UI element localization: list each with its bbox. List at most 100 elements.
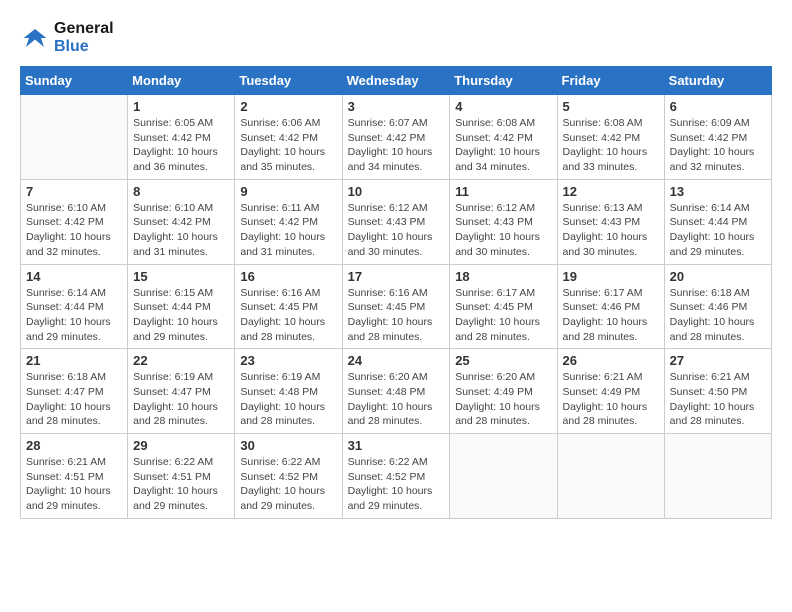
day-number: 29 bbox=[133, 438, 229, 453]
day-number: 1 bbox=[133, 99, 229, 114]
calendar-cell: 28Sunrise: 6:21 AM Sunset: 4:51 PM Dayli… bbox=[21, 434, 128, 519]
calendar-cell: 20 Sunrise: 6:18 AM Sunset: 4:46 PM Dayli… bbox=[664, 264, 771, 349]
calendar-cell: 15Sunrise: 6:15 AM Sunset: 4:44 PM Dayli… bbox=[128, 264, 235, 349]
day-info: Sunrise: 6:12 AM Sunset: 4:43 PM Dayligh… bbox=[348, 201, 445, 260]
day-info: Sunrise: 6:10 AM Sunset: 4:42 PM Dayligh… bbox=[133, 201, 229, 260]
calendar-header-sunday: Sunday bbox=[21, 67, 128, 95]
calendar-cell: 13 Sunrise: 6:14 AM Sunset: 4:44 PM Dayli… bbox=[664, 179, 771, 264]
calendar-cell: 22Sunrise: 6:19 AM Sunset: 4:47 PM Dayli… bbox=[128, 349, 235, 434]
day-number: 23 bbox=[240, 353, 336, 368]
calendar-cell: 11Sunrise: 6:12 AM Sunset: 4:43 PM Dayli… bbox=[450, 179, 557, 264]
day-info: Sunrise: 6:14 AM Sunset: 4:44 PM Dayligh… bbox=[670, 201, 766, 260]
day-number: 2 bbox=[240, 99, 336, 114]
day-number: 14 bbox=[26, 269, 122, 284]
calendar-cell: 21Sunrise: 6:18 AM Sunset: 4:47 PM Dayli… bbox=[21, 349, 128, 434]
day-number: 31 bbox=[348, 438, 445, 453]
day-info: Sunrise: 6:13 AM Sunset: 4:43 PM Dayligh… bbox=[563, 201, 659, 260]
calendar-header-friday: Friday bbox=[557, 67, 664, 95]
calendar-cell: 27 Sunrise: 6:21 AM Sunset: 4:50 PM Dayli… bbox=[664, 349, 771, 434]
day-info: Sunrise: 6:21 AM Sunset: 4:49 PM Dayligh… bbox=[563, 370, 659, 429]
calendar-header-row: SundayMondayTuesdayWednesdayThursdayFrid… bbox=[21, 67, 772, 95]
calendar-cell: 8 Sunrise: 6:10 AM Sunset: 4:42 PM Daylig… bbox=[128, 179, 235, 264]
day-info: Sunrise: 6:16 AM Sunset: 4:45 PM Dayligh… bbox=[240, 286, 336, 345]
day-info: Sunrise: 6:12 AM Sunset: 4:43 PM Dayligh… bbox=[455, 201, 551, 260]
calendar-cell: 10 Sunrise: 6:12 AM Sunset: 4:43 PM Dayli… bbox=[342, 179, 450, 264]
calendar-cell: 26 Sunrise: 6:21 AM Sunset: 4:49 PM Dayli… bbox=[557, 349, 664, 434]
calendar-cell: 19 Sunrise: 6:17 AM Sunset: 4:46 PM Dayli… bbox=[557, 264, 664, 349]
day-number: 4 bbox=[455, 99, 551, 114]
day-number: 20 bbox=[670, 269, 766, 284]
day-number: 28 bbox=[26, 438, 122, 453]
day-number: 30 bbox=[240, 438, 336, 453]
calendar-header-thursday: Thursday bbox=[450, 67, 557, 95]
calendar-header-saturday: Saturday bbox=[664, 67, 771, 95]
day-number: 8 bbox=[133, 184, 229, 199]
day-number: 18 bbox=[455, 269, 551, 284]
day-info: Sunrise: 6:07 AM Sunset: 4:42 PM Dayligh… bbox=[348, 116, 445, 175]
calendar-cell: 17 Sunrise: 6:16 AM Sunset: 4:45 PM Dayli… bbox=[342, 264, 450, 349]
calendar-cell: 2 Sunrise: 6:06 AM Sunset: 4:42 PM Daylig… bbox=[235, 95, 342, 180]
day-number: 7 bbox=[26, 184, 122, 199]
day-info: Sunrise: 6:20 AM Sunset: 4:48 PM Dayligh… bbox=[348, 370, 445, 429]
logo: General Blue bbox=[20, 20, 114, 56]
day-info: Sunrise: 6:18 AM Sunset: 4:46 PM Dayligh… bbox=[670, 286, 766, 345]
calendar-cell: 25 Sunrise: 6:20 AM Sunset: 4:49 PM Dayli… bbox=[450, 349, 557, 434]
day-number: 16 bbox=[240, 269, 336, 284]
day-number: 12 bbox=[563, 184, 659, 199]
day-info: Sunrise: 6:19 AM Sunset: 4:48 PM Dayligh… bbox=[240, 370, 336, 429]
day-number: 19 bbox=[563, 269, 659, 284]
day-number: 21 bbox=[26, 353, 122, 368]
day-info: Sunrise: 6:20 AM Sunset: 4:49 PM Dayligh… bbox=[455, 370, 551, 429]
day-number: 25 bbox=[455, 353, 551, 368]
day-number: 24 bbox=[348, 353, 445, 368]
calendar-week-row: 1 Sunrise: 6:05 AM Sunset: 4:42 PM Daylig… bbox=[21, 95, 772, 180]
calendar-cell: 4Sunrise: 6:08 AM Sunset: 4:42 PM Daylig… bbox=[450, 95, 557, 180]
day-info: Sunrise: 6:08 AM Sunset: 4:42 PM Dayligh… bbox=[563, 116, 659, 175]
calendar-cell: 29 Sunrise: 6:22 AM Sunset: 4:51 PM Dayli… bbox=[128, 434, 235, 519]
calendar-week-row: 28Sunrise: 6:21 AM Sunset: 4:51 PM Dayli… bbox=[21, 434, 772, 519]
calendar-cell bbox=[664, 434, 771, 519]
calendar-week-row: 21Sunrise: 6:18 AM Sunset: 4:47 PM Dayli… bbox=[21, 349, 772, 434]
day-info: Sunrise: 6:05 AM Sunset: 4:42 PM Dayligh… bbox=[133, 116, 229, 175]
calendar-cell: 30Sunrise: 6:22 AM Sunset: 4:52 PM Dayli… bbox=[235, 434, 342, 519]
day-info: Sunrise: 6:11 AM Sunset: 4:42 PM Dayligh… bbox=[240, 201, 336, 260]
day-info: Sunrise: 6:22 AM Sunset: 4:51 PM Dayligh… bbox=[133, 455, 229, 514]
calendar-cell: 6 Sunrise: 6:09 AM Sunset: 4:42 PM Daylig… bbox=[664, 95, 771, 180]
day-info: Sunrise: 6:16 AM Sunset: 4:45 PM Dayligh… bbox=[348, 286, 445, 345]
day-number: 9 bbox=[240, 184, 336, 199]
calendar-cell: 16 Sunrise: 6:16 AM Sunset: 4:45 PM Dayli… bbox=[235, 264, 342, 349]
day-number: 3 bbox=[348, 99, 445, 114]
calendar-cell bbox=[450, 434, 557, 519]
logo-bird-icon bbox=[20, 23, 50, 53]
calendar-cell: 12 Sunrise: 6:13 AM Sunset: 4:43 PM Dayli… bbox=[557, 179, 664, 264]
calendar-cell: 1 Sunrise: 6:05 AM Sunset: 4:42 PM Daylig… bbox=[128, 95, 235, 180]
day-number: 5 bbox=[563, 99, 659, 114]
day-info: Sunrise: 6:19 AM Sunset: 4:47 PM Dayligh… bbox=[133, 370, 229, 429]
day-info: Sunrise: 6:17 AM Sunset: 4:45 PM Dayligh… bbox=[455, 286, 551, 345]
calendar-week-row: 7 Sunrise: 6:10 AM Sunset: 4:42 PM Daylig… bbox=[21, 179, 772, 264]
calendar-week-row: 14 Sunrise: 6:14 AM Sunset: 4:44 PM Dayli… bbox=[21, 264, 772, 349]
calendar-header-wednesday: Wednesday bbox=[342, 67, 450, 95]
day-info: Sunrise: 6:14 AM Sunset: 4:44 PM Dayligh… bbox=[26, 286, 122, 345]
day-info: Sunrise: 6:22 AM Sunset: 4:52 PM Dayligh… bbox=[348, 455, 445, 514]
day-info: Sunrise: 6:21 AM Sunset: 4:50 PM Dayligh… bbox=[670, 370, 766, 429]
calendar-cell: 31 Sunrise: 6:22 AM Sunset: 4:52 PM Dayli… bbox=[342, 434, 450, 519]
day-info: Sunrise: 6:15 AM Sunset: 4:44 PM Dayligh… bbox=[133, 286, 229, 345]
day-number: 6 bbox=[670, 99, 766, 114]
calendar-cell: 5 Sunrise: 6:08 AM Sunset: 4:42 PM Daylig… bbox=[557, 95, 664, 180]
calendar-cell: 9 Sunrise: 6:11 AM Sunset: 4:42 PM Daylig… bbox=[235, 179, 342, 264]
day-info: Sunrise: 6:06 AM Sunset: 4:42 PM Dayligh… bbox=[240, 116, 336, 175]
calendar-table: SundayMondayTuesdayWednesdayThursdayFrid… bbox=[20, 66, 772, 519]
day-number: 13 bbox=[670, 184, 766, 199]
calendar-cell bbox=[21, 95, 128, 180]
day-number: 26 bbox=[563, 353, 659, 368]
calendar-cell: 18 Sunrise: 6:17 AM Sunset: 4:45 PM Dayli… bbox=[450, 264, 557, 349]
day-number: 27 bbox=[670, 353, 766, 368]
calendar-cell: 23 Sunrise: 6:19 AM Sunset: 4:48 PM Dayli… bbox=[235, 349, 342, 434]
day-number: 17 bbox=[348, 269, 445, 284]
day-info: Sunrise: 6:17 AM Sunset: 4:46 PM Dayligh… bbox=[563, 286, 659, 345]
day-number: 10 bbox=[348, 184, 445, 199]
day-info: Sunrise: 6:09 AM Sunset: 4:42 PM Dayligh… bbox=[670, 116, 766, 175]
calendar-cell: 14 Sunrise: 6:14 AM Sunset: 4:44 PM Dayli… bbox=[21, 264, 128, 349]
header-area: General Blue bbox=[20, 20, 772, 56]
